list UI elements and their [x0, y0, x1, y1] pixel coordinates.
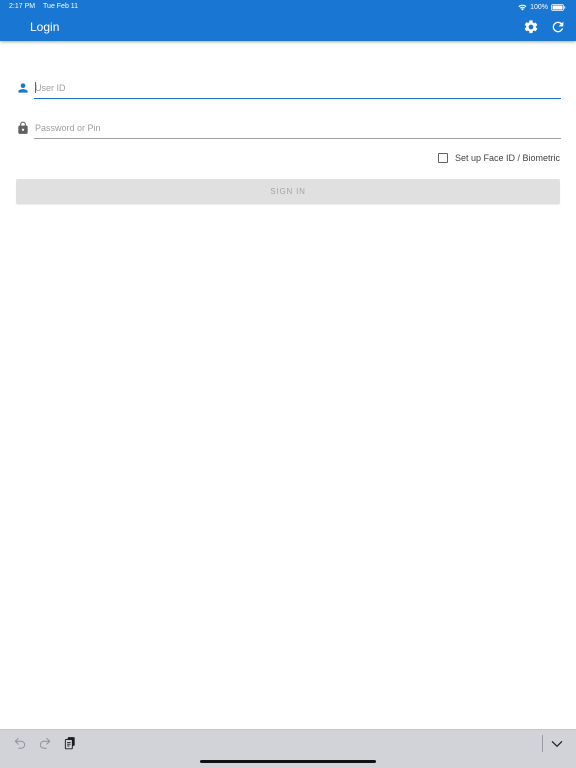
user-id-input[interactable]: [34, 78, 561, 99]
undo-icon[interactable]: [13, 736, 27, 750]
redo-icon[interactable]: [38, 736, 52, 750]
biometric-label: Set up Face ID / Biometric: [454, 153, 560, 163]
refresh-icon[interactable]: [550, 19, 566, 35]
app-header: 2:17 PM Tue Feb 11 100% Login: [0, 0, 576, 41]
status-bar-right: 100%: [518, 2, 566, 12]
status-time: 2:17 PM: [9, 3, 36, 10]
chevron-down-icon[interactable]: [550, 737, 564, 751]
toolbar-divider: [542, 735, 543, 752]
biometric-option[interactable]: Set up Face ID / Biometric: [437, 151, 560, 165]
status-bar-left: 2:17 PM Tue Feb 11: [9, 3, 78, 11]
status-date: Tue Feb 11: [43, 3, 79, 10]
lock-icon: [18, 121, 28, 134]
password-row: [16, 118, 561, 142]
person-icon: [18, 83, 28, 93]
password-input[interactable]: [34, 118, 561, 139]
text-cursor: [35, 82, 36, 93]
battery-percent: 100%: [530, 3, 548, 11]
login-screen: 2:17 PM Tue Feb 11 100% Login User ID Se…: [0, 0, 576, 768]
battery-icon: [551, 3, 566, 11]
page-title: Login: [30, 20, 60, 34]
sign-in-button[interactable]: SIGN IN: [16, 179, 560, 204]
gear-icon[interactable]: [523, 19, 539, 35]
paste-icon[interactable]: [63, 736, 77, 750]
biometric-checkbox[interactable]: [437, 153, 448, 163]
wifi-icon: [518, 4, 527, 10]
user-id-row: [16, 78, 561, 102]
home-indicator[interactable]: [200, 760, 376, 763]
